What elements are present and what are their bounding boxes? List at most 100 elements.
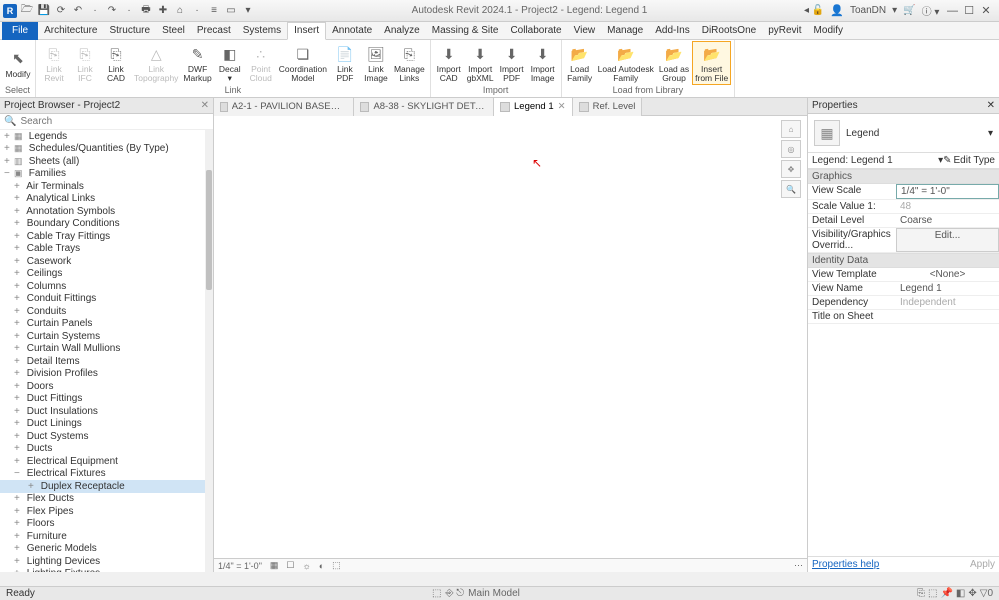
browser-scrollbar[interactable] <box>205 130 213 572</box>
tree-node[interactable]: + Curtain Wall Mullions <box>0 343 213 356</box>
ribbon-tab-massingsite[interactable]: Massing & Site <box>426 22 505 40</box>
select-links-icon[interactable]: ⎘ <box>917 588 925 599</box>
view-scale[interactable]: 1/4" = 1'-0" <box>218 561 262 571</box>
nav-wheel-icon[interactable]: ◎ <box>781 140 801 158</box>
sync-icon[interactable]: ⟳ <box>54 4 68 18</box>
ribbon-import-cad[interactable]: ⬇Import CAD <box>434 42 464 84</box>
undo-icon[interactable]: ↶ <box>71 4 85 18</box>
qat-dropdown-icon[interactable]: ▾ <box>241 4 255 18</box>
minimize-button[interactable]: — <box>945 5 959 17</box>
thin-lines-icon[interactable]: ≡ <box>207 4 221 18</box>
ribbon-tab-addins[interactable]: Add-Ins <box>649 22 695 40</box>
tree-node[interactable]: + Electrical Equipment <box>0 455 213 468</box>
tree-node[interactable]: + Analytical Links <box>0 193 213 206</box>
tree-node[interactable]: + Curtain Panels <box>0 318 213 331</box>
favorites-icon[interactable]: ▾ <box>892 5 897 16</box>
ribbon-tab-modify[interactable]: Modify <box>808 22 849 40</box>
properties-header[interactable]: Properties ✕ <box>808 98 999 114</box>
drag-icon[interactable]: ✥ <box>968 588 976 599</box>
close-hidden-icon[interactable]: ▭ <box>224 4 238 18</box>
ribbon-tab-insert[interactable]: Insert <box>287 22 326 40</box>
ribbon-tab-pyrevit[interactable]: pyRevit <box>762 22 807 40</box>
tree-node[interactable]: + Columns <box>0 280 213 293</box>
ribbon-tab-analyze[interactable]: Analyze <box>378 22 426 40</box>
user-icon[interactable]: 👤 <box>830 4 844 17</box>
tree-node[interactable]: + Lighting Devices <box>0 555 213 568</box>
ribbon-tab-precast[interactable]: Precast <box>191 22 237 40</box>
document-tab[interactable]: Ref. Level <box>573 98 643 116</box>
tree-node[interactable]: + Ducts <box>0 443 213 456</box>
ribbon-load-as-group[interactable]: 📂Load as Group <box>657 42 691 84</box>
document-tab[interactable]: A8-38 - SKYLIGHT DETAILS <box>354 98 494 116</box>
tree-node[interactable]: + Duct Insulations <box>0 405 213 418</box>
measure-icon[interactable]: ✚ <box>156 4 170 18</box>
tree-node[interactable]: + Division Profiles <box>0 368 213 381</box>
cart-icon[interactable]: 🛒 <box>903 5 915 16</box>
properties-help-link[interactable]: Properties help <box>812 559 879 570</box>
crop-icon[interactable]: ⬚ <box>332 560 341 571</box>
ribbon-tab-systems[interactable]: Systems <box>237 22 287 40</box>
tree-node[interactable]: + Conduits <box>0 305 213 318</box>
ribbon-insert-from-file[interactable]: 📂Insert from File <box>692 41 731 85</box>
filter-icon[interactable]: ▽0 <box>980 588 993 599</box>
doc-tab-close-icon[interactable]: ✕ <box>558 101 566 112</box>
detail-level-icon[interactable]: ▦ <box>270 560 279 571</box>
nav-pan-icon[interactable]: ✥ <box>781 160 801 178</box>
tree-node[interactable]: + Cable Trays <box>0 243 213 256</box>
props-section-header[interactable]: Graphics <box>808 169 999 184</box>
ribbon-link-pdf[interactable]: 📄Link PDF <box>330 42 360 84</box>
tree-node[interactable]: + Boundary Conditions <box>0 218 213 231</box>
edit-type-button[interactable]: ✎Edit Type <box>943 155 995 166</box>
project-browser-tree[interactable]: +▦ Legends+▦ Schedules/Quantities (By Ty… <box>0 130 213 572</box>
tree-node[interactable]: + Curtain Systems <box>0 330 213 343</box>
view-options-icon[interactable]: ⋯ <box>794 560 803 571</box>
props-value[interactable]: Independent <box>896 296 999 309</box>
type-selector[interactable]: ▦ Legend ▾ <box>808 114 999 153</box>
tree-node[interactable]: + Casework <box>0 255 213 268</box>
document-tab[interactable]: Legend 1✕ <box>494 98 573 116</box>
tree-node[interactable]: + Duct Systems <box>0 430 213 443</box>
ribbon-load-autodesk-family[interactable]: 📂Load Autodesk Family <box>596 42 656 84</box>
select-face-icon[interactable]: ◧ <box>956 588 965 599</box>
modify-button[interactable]: ⬉ Modify <box>3 47 33 80</box>
tree-node[interactable]: + Generic Models <box>0 543 213 556</box>
ribbon-tab-dirootsone[interactable]: DiRootsOne <box>696 22 762 40</box>
tree-node[interactable]: + Flex Ducts <box>0 493 213 506</box>
ribbon-tab-manage[interactable]: Manage <box>601 22 649 40</box>
ribbon-tab-view[interactable]: View <box>568 22 602 40</box>
tree-node[interactable]: + Doors <box>0 380 213 393</box>
nav-home-icon[interactable]: ⌂ <box>781 120 801 138</box>
tree-node[interactable]: + Floors <box>0 518 213 531</box>
navigation-bar[interactable]: ⌂ ◎ ✥ 🔍 <box>781 120 803 198</box>
drawing-canvas[interactable]: ↖ ⌂ ◎ ✥ 🔍 <box>214 116 807 558</box>
ribbon-tab-collaborate[interactable]: Collaborate <box>504 22 567 40</box>
worksets-icon[interactable]: ⬚ <box>432 588 441 599</box>
ribbon-import-pdf[interactable]: ⬇Import PDF <box>497 42 527 84</box>
tree-node[interactable]: + Air Terminals <box>0 180 213 193</box>
tree-node[interactable]: − Electrical Fixtures <box>0 468 213 481</box>
ribbon-coordination-model[interactable]: ❏Coordination Model <box>277 42 329 84</box>
properties-close-icon[interactable]: ✕ <box>987 100 995 111</box>
ribbon-manage-links[interactable]: ⎘Manage Links <box>392 42 427 84</box>
ribbon-link-image[interactable]: 🖼Link Image <box>361 42 391 84</box>
close-button[interactable]: ✕ <box>979 4 993 17</box>
props-value[interactable]: <None> <box>896 268 999 281</box>
ribbon-link-cad[interactable]: ⎘Link CAD <box>101 42 131 84</box>
ribbon-import-image[interactable]: ⬇Import Image <box>528 42 558 84</box>
tree-node[interactable]: +▦ Schedules/Quantities (By Type) <box>0 143 213 156</box>
ribbon-tab-architecture[interactable]: Architecture <box>38 22 103 40</box>
ribbon-tab-structure[interactable]: Structure <box>103 22 156 40</box>
search-app-icon[interactable]: ◂ 🔓 <box>804 5 824 16</box>
select-pinned-icon[interactable]: 📌 <box>940 588 952 599</box>
apply-button[interactable]: Apply <box>970 559 995 570</box>
tree-node[interactable]: +▥ Sheets (all) <box>0 155 213 168</box>
props-value[interactable]: 48 <box>896 200 999 213</box>
tree-node[interactable]: + Conduit Fittings <box>0 293 213 306</box>
props-section-header[interactable]: Identity Data <box>808 253 999 268</box>
document-tab[interactable]: A2-1 - PAVILION BASEMENT FLOO... <box>214 98 354 116</box>
tree-node-selected[interactable]: + Duplex Receptacle <box>0 480 213 493</box>
ribbon-dwf-markup[interactable]: ✎DWF Markup <box>181 42 213 84</box>
tree-node[interactable]: + Annotation Symbols <box>0 205 213 218</box>
print-icon[interactable]: 🖶 <box>139 4 153 18</box>
visual-style-icon[interactable]: ☐ <box>286 560 294 571</box>
